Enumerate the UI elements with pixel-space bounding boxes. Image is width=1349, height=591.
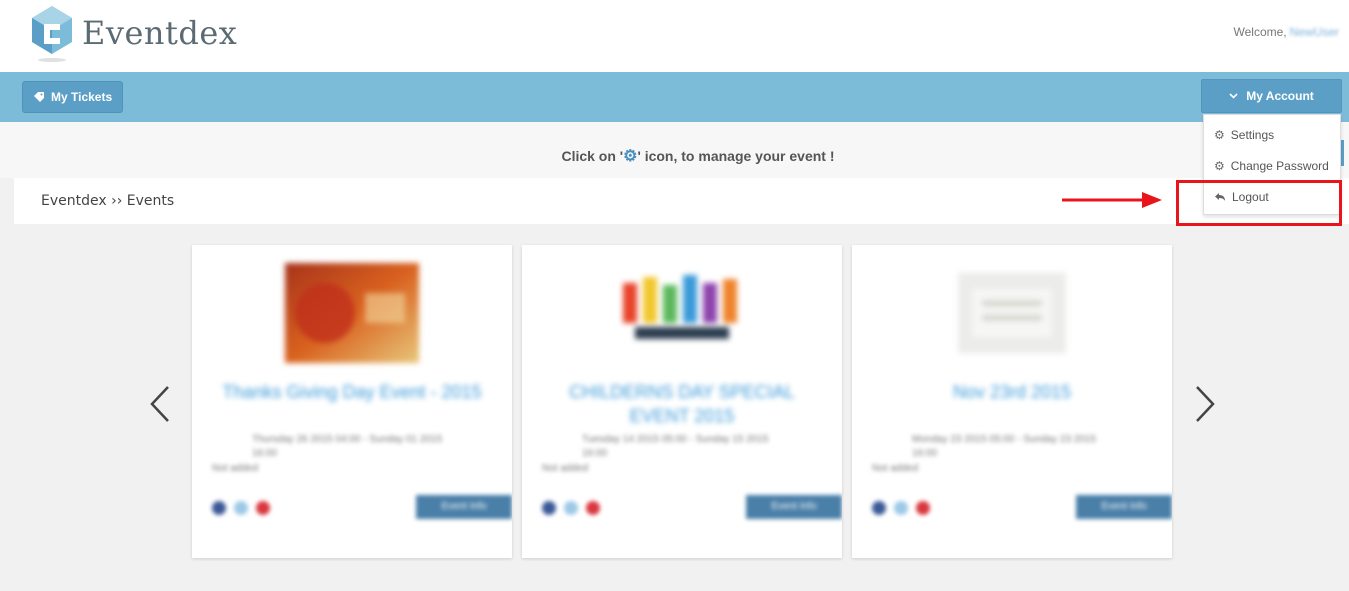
my-account-button[interactable]: My Account [1201, 79, 1342, 113]
notice-text-after: ' icon, to manage your event ! [637, 148, 835, 164]
annotation-arrow-icon [1062, 192, 1162, 208]
welcome-label: Welcome, [1233, 25, 1287, 39]
event-thumbnail [285, 263, 419, 363]
event-card[interactable]: CHILDERNS DAY SPECIAL EVENT 2015 Tuesday… [522, 245, 842, 558]
notice-text-before: Click on ' [561, 148, 624, 164]
breadcrumb: Eventdex ›› Events [41, 193, 175, 209]
event-title[interactable]: CHILDERNS DAY SPECIAL EVENT 2015 [542, 380, 822, 428]
gear-icon: ⚙ [1214, 159, 1225, 173]
event-date: Thursday 26 2015 04:00 - Sunday 01 2015 … [252, 434, 443, 459]
navbar: My Tickets My Account [0, 72, 1349, 122]
event-info-button[interactable]: Event Info [746, 495, 842, 519]
ticket-icon [34, 92, 44, 102]
event-info-button[interactable]: Event Info [1076, 495, 1172, 519]
chevron-down-icon [1229, 93, 1238, 99]
menu-item-settings-label: Settings [1230, 128, 1275, 142]
social-icons [212, 501, 270, 515]
event-date: Monday 23 2015 05:00 - Sunday 23 2015 16… [912, 434, 1097, 459]
twitter-icon[interactable] [564, 501, 578, 515]
facebook-icon[interactable] [872, 501, 886, 515]
social-icons [872, 501, 930, 515]
google-plus-icon[interactable] [916, 501, 930, 515]
eventdex-logo-icon [32, 6, 72, 62]
event-card[interactable]: Thanks Giving Day Event - 2015 Thursday … [192, 245, 512, 558]
event-location: Not added [542, 463, 589, 474]
chevron-right-icon[interactable] [1193, 384, 1217, 424]
google-plus-icon[interactable] [586, 501, 600, 515]
event-title[interactable]: Thanks Giving Day Event - 2015 [212, 380, 492, 404]
event-location: Not added [872, 463, 919, 474]
menu-item-change-password[interactable]: ⚙ Change Password [1214, 159, 1329, 173]
username: NewUser [1289, 25, 1339, 39]
gear-icon: ⚙ [623, 148, 638, 165]
event-info-button[interactable]: Event Info [416, 495, 512, 519]
notice-text: Click on '⚙' icon, to manage your event … [0, 146, 1349, 166]
my-tickets-label: My Tickets [51, 90, 113, 104]
event-thumbnail [958, 272, 1066, 354]
twitter-icon[interactable] [234, 501, 248, 515]
menu-item-settings[interactable]: ⚙ Settings [1214, 128, 1274, 142]
event-thumbnail [615, 263, 749, 363]
social-icons [542, 501, 600, 515]
chevron-left-icon[interactable] [148, 384, 172, 424]
event-card[interactable]: Nov 23rd 2015 Monday 23 2015 05:00 - Sun… [852, 245, 1172, 558]
facebook-icon[interactable] [212, 501, 226, 515]
brand-name[interactable]: Eventdex [82, 14, 237, 52]
event-date: Tuesday 14 2015 05:00 - Sunday 15 2015 1… [582, 434, 769, 459]
header: Eventdex Welcome, NewUser [0, 0, 1349, 72]
facebook-icon[interactable] [542, 501, 556, 515]
twitter-icon[interactable] [894, 501, 908, 515]
event-title[interactable]: Nov 23rd 2015 [872, 380, 1152, 404]
google-plus-icon[interactable] [256, 501, 270, 515]
gear-icon: ⚙ [1214, 128, 1225, 142]
my-account-label: My Account [1246, 89, 1314, 103]
menu-item-change-password-label: Change Password [1230, 159, 1329, 173]
welcome-message: Welcome, NewUser [1234, 25, 1339, 39]
logout-highlight-box [1176, 180, 1342, 226]
my-tickets-button[interactable]: My Tickets [22, 81, 124, 113]
event-location: Not added [212, 463, 259, 474]
page: Eventdex Welcome, NewUser My Tickets My A… [0, 0, 1349, 591]
notice-bar: Click on '⚙' icon, to manage your event … [0, 122, 1349, 178]
